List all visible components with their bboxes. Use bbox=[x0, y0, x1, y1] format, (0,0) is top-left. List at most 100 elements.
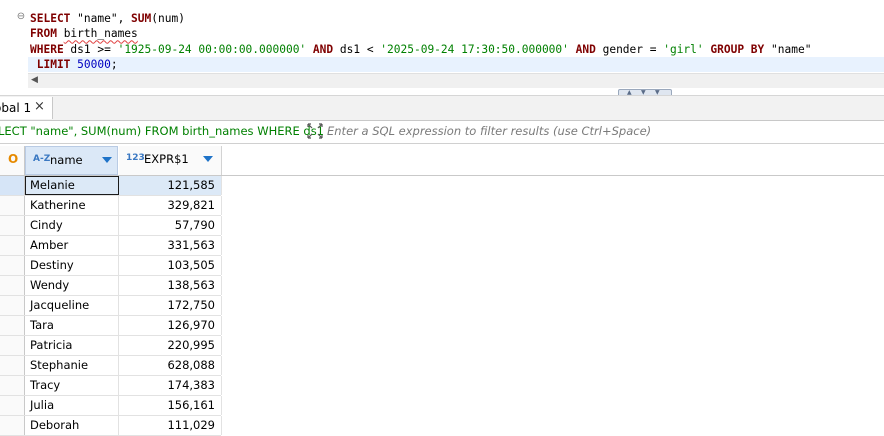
value-cell-text: 138,563 bbox=[167, 278, 215, 292]
name-cell[interactable]: Wendy bbox=[25, 276, 119, 295]
row-number-header[interactable]: O bbox=[0, 146, 25, 175]
sql-token: (num) bbox=[151, 12, 185, 25]
sql-string: '1925-09-24 00:00:00.000000' bbox=[117, 42, 307, 56]
name-cell[interactable]: Katherine bbox=[25, 196, 119, 215]
sql-line[interactable]: LIMIT 50000; bbox=[28, 56, 884, 73]
close-icon[interactable]: × bbox=[34, 99, 45, 114]
grid-rows: Melanie 121,585 Katherine 329,821 Cindy 57,79… bbox=[0, 176, 884, 436]
name-cell-text: Jacqueline bbox=[30, 298, 90, 312]
expand-filter-icon[interactable] bbox=[306, 123, 324, 139]
name-cell[interactable]: Melanie bbox=[25, 176, 119, 195]
sql-line[interactable]: FROM birth_names bbox=[30, 26, 884, 41]
table-row[interactable]: Destiny 103,505 bbox=[0, 256, 222, 276]
value-cell[interactable]: 156,161 bbox=[119, 396, 222, 415]
row-number-cell[interactable] bbox=[0, 396, 25, 415]
sql-keyword: FROM bbox=[30, 27, 64, 41]
row-number-cell[interactable] bbox=[0, 276, 25, 295]
table-row[interactable]: Deborah 111,029 bbox=[0, 416, 222, 436]
table-row[interactable]: Amber 331,563 bbox=[0, 236, 222, 256]
row-number-cell[interactable] bbox=[0, 336, 25, 355]
tab-results[interactable]: obal 1 × bbox=[0, 97, 53, 119]
row-number-cell[interactable] bbox=[0, 416, 25, 435]
value-cell[interactable]: 174,383 bbox=[119, 376, 222, 395]
value-cell[interactable]: 628,088 bbox=[119, 356, 222, 375]
table-row[interactable]: Jacqueline 172,750 bbox=[0, 296, 222, 316]
sql-code-area[interactable]: SELECT "name", SUM(num) FROM birth_names W… bbox=[28, 11, 884, 73]
filter-expression-input[interactable] bbox=[327, 122, 877, 140]
table-row[interactable]: Katherine 329,821 bbox=[0, 196, 222, 216]
value-cell[interactable]: 220,995 bbox=[119, 336, 222, 355]
sort-dropdown-icon[interactable] bbox=[102, 157, 112, 163]
column-header-name[interactable]: A-Z name bbox=[25, 146, 118, 175]
name-cell[interactable]: Julia bbox=[25, 396, 119, 415]
sql-token: "name", bbox=[77, 12, 132, 25]
value-cell-text: 156,161 bbox=[167, 398, 215, 412]
result-grid[interactable]: O A-Z name 123 EXPR$1 Melanie 121,585 Kath… bbox=[0, 146, 884, 436]
value-cell-text: 111,029 bbox=[167, 418, 215, 432]
name-cell[interactable]: Amber bbox=[25, 236, 119, 255]
sql-token: ; bbox=[110, 57, 118, 71]
value-cell[interactable]: 331,563 bbox=[119, 236, 222, 255]
column-title: name bbox=[50, 153, 83, 167]
value-cell[interactable]: 329,821 bbox=[119, 196, 222, 215]
table-row[interactable]: Cindy 57,790 bbox=[0, 216, 222, 236]
table-row[interactable]: Wendy 138,563 bbox=[0, 276, 222, 296]
sql-token: ds1 < bbox=[339, 42, 381, 56]
table-row[interactable]: Stephanie 628,088 bbox=[0, 356, 222, 376]
name-cell-text: Melanie bbox=[30, 178, 75, 192]
scroll-left-arrow-icon[interactable]: ◀ bbox=[31, 75, 38, 85]
name-cell[interactable]: Tracy bbox=[25, 376, 119, 395]
sort-dropdown-icon[interactable] bbox=[203, 156, 213, 162]
sql-keyword: AND bbox=[575, 42, 603, 56]
name-cell-text: Deborah bbox=[30, 418, 80, 432]
table-row[interactable]: Tracy 174,383 bbox=[0, 376, 222, 396]
sql-keyword: LIMIT bbox=[30, 57, 78, 71]
name-cell-text: Katherine bbox=[30, 198, 86, 212]
row-number-cell[interactable] bbox=[0, 196, 25, 215]
row-number-cell[interactable] bbox=[0, 216, 25, 235]
row-number-cell[interactable] bbox=[0, 296, 25, 315]
value-cell[interactable]: 126,970 bbox=[119, 316, 222, 335]
sql-keyword: GROUP BY bbox=[710, 42, 772, 56]
table-row[interactable]: Tara 126,970 bbox=[0, 316, 222, 336]
row-number-cell[interactable] bbox=[0, 376, 25, 395]
name-cell-text: Julia bbox=[30, 398, 55, 412]
value-cell[interactable]: 57,790 bbox=[119, 216, 222, 235]
column-title: EXPR$1 bbox=[144, 152, 189, 166]
sql-line[interactable]: SELECT "name", SUM(num) bbox=[30, 11, 884, 26]
value-cell[interactable]: 121,585 bbox=[119, 176, 222, 195]
value-cell[interactable]: 103,505 bbox=[119, 256, 222, 275]
name-cell-text: Patricia bbox=[30, 338, 73, 352]
value-cell[interactable]: 111,029 bbox=[119, 416, 222, 435]
column-header-expr[interactable]: 123 EXPR$1 bbox=[119, 146, 222, 175]
row-number-cell[interactable] bbox=[0, 316, 25, 335]
value-cell-text: 126,970 bbox=[167, 318, 215, 332]
value-cell-text: 103,505 bbox=[167, 258, 215, 272]
row-number-cell[interactable] bbox=[0, 256, 25, 275]
name-cell[interactable]: Cindy bbox=[25, 216, 119, 235]
row-number-cell[interactable] bbox=[0, 356, 25, 375]
editor-horizontal-scrollbar[interactable]: ◀ bbox=[28, 73, 884, 88]
name-cell[interactable]: Stephanie bbox=[25, 356, 119, 375]
results-tab-strip: obal 1 × bbox=[0, 95, 884, 121]
numeric-type-icon: 123 bbox=[126, 153, 145, 163]
row-number-cell[interactable] bbox=[0, 176, 25, 195]
value-cell[interactable]: 172,750 bbox=[119, 296, 222, 315]
filter-bar: LECT "name", SUM(num) FROM birth_names W… bbox=[0, 121, 884, 144]
name-cell[interactable]: Deborah bbox=[25, 416, 119, 435]
table-row[interactable]: Patricia 220,995 bbox=[0, 336, 222, 356]
table-row[interactable]: Julia 156,161 bbox=[0, 396, 222, 416]
table-row[interactable]: Melanie 121,585 bbox=[0, 176, 222, 196]
name-cell[interactable]: Patricia bbox=[25, 336, 119, 355]
sql-token: birth_names bbox=[63, 27, 138, 41]
value-cell[interactable]: 138,563 bbox=[119, 276, 222, 295]
sql-editor[interactable]: ⊖ SELECT "name", SUM(num) FROM birth_name… bbox=[0, 0, 884, 90]
name-cell[interactable]: Tara bbox=[25, 316, 119, 335]
value-cell-text: 172,750 bbox=[167, 298, 215, 312]
name-cell[interactable]: Jacqueline bbox=[25, 296, 119, 315]
name-cell[interactable]: Destiny bbox=[25, 256, 119, 275]
row-number-cell[interactable] bbox=[0, 236, 25, 255]
fold-collapse-icon[interactable]: ⊖ bbox=[16, 12, 26, 22]
sql-keyword: SELECT bbox=[30, 12, 78, 25]
sql-line[interactable]: WHERE ds1 >= '1925-09-24 00:00:00.000000… bbox=[30, 42, 884, 57]
